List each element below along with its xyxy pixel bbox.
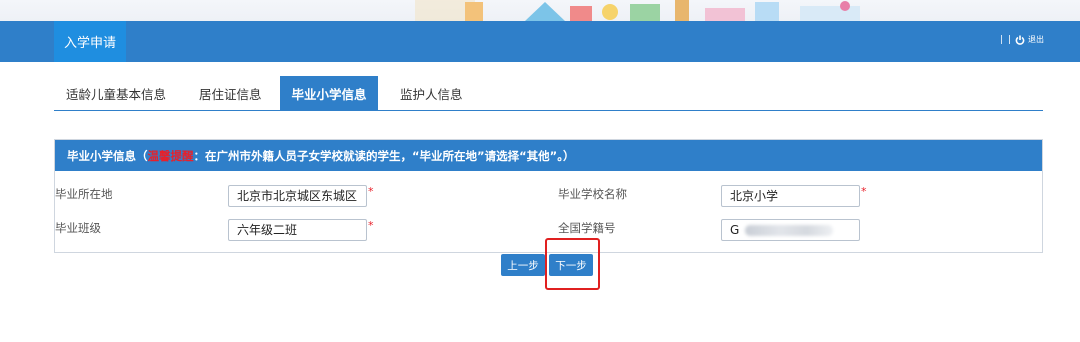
grad-location-label: 毕业所在地 <box>55 187 113 201</box>
header-banner <box>0 0 1080 21</box>
required-mark: * <box>368 219 374 232</box>
grad-class-input[interactable]: 六年级二班 <box>228 219 367 241</box>
logout-link[interactable]: 退出 <box>1028 34 1044 45</box>
panel-title: 毕业小学信息（ 温馨提醒 ：在广州市外籍人员子女学校就读的学生，“毕业所在地”请… <box>55 140 1042 171</box>
power-icon[interactable] <box>1015 35 1025 45</box>
required-mark: * <box>861 185 867 198</box>
panel-title-note: ：在广州市外籍人员子女学校就读的学生，“毕业所在地”请选择“其他”。） <box>193 148 575 163</box>
school-name-label: 毕业学校名称 <box>558 187 627 201</box>
redacted-value <box>745 225 834 236</box>
student-id-value: G <box>730 223 740 237</box>
banner-illustration <box>415 0 860 21</box>
logout-area[interactable]: | | 退出 <box>1000 34 1044 45</box>
student-id-input[interactable]: G <box>721 219 860 241</box>
primary-school-panel: 毕业小学信息（ 温馨提醒 ：在广州市外籍人员子女学校就读的学生，“毕业所在地”请… <box>54 139 1043 253</box>
tab-guardian-info[interactable]: 监护人信息 <box>400 76 463 110</box>
step-tabs: 适龄儿童基本信息 居住证信息 毕业小学信息 监护人信息 <box>54 76 1043 111</box>
panel-title-prefix: 毕业小学信息（ <box>67 148 148 163</box>
tab-residence-permit[interactable]: 居住证信息 <box>199 76 262 110</box>
tab-child-basic-info[interactable]: 适龄儿童基本信息 <box>66 76 166 110</box>
grad-class-label: 毕业班级 <box>55 221 101 235</box>
nav-tab-enrollment[interactable]: 入学申请 <box>54 21 126 62</box>
school-name-input[interactable]: 北京小学 <box>721 185 860 207</box>
prev-step-button[interactable]: 上一步 <box>501 254 545 276</box>
warning-label: 温馨提醒 <box>147 148 194 163</box>
next-button-highlight <box>545 238 600 290</box>
grad-location-select[interactable]: 北京市北京城区东城区 <box>228 185 367 207</box>
student-id-label: 全国学籍号 <box>558 221 616 235</box>
top-navbar: 入学申请 | | 退出 <box>0 21 1080 62</box>
tab-primary-school[interactable]: 毕业小学信息 <box>280 76 378 111</box>
nav-separator: | | <box>1000 34 1012 45</box>
required-mark: * <box>368 185 374 198</box>
